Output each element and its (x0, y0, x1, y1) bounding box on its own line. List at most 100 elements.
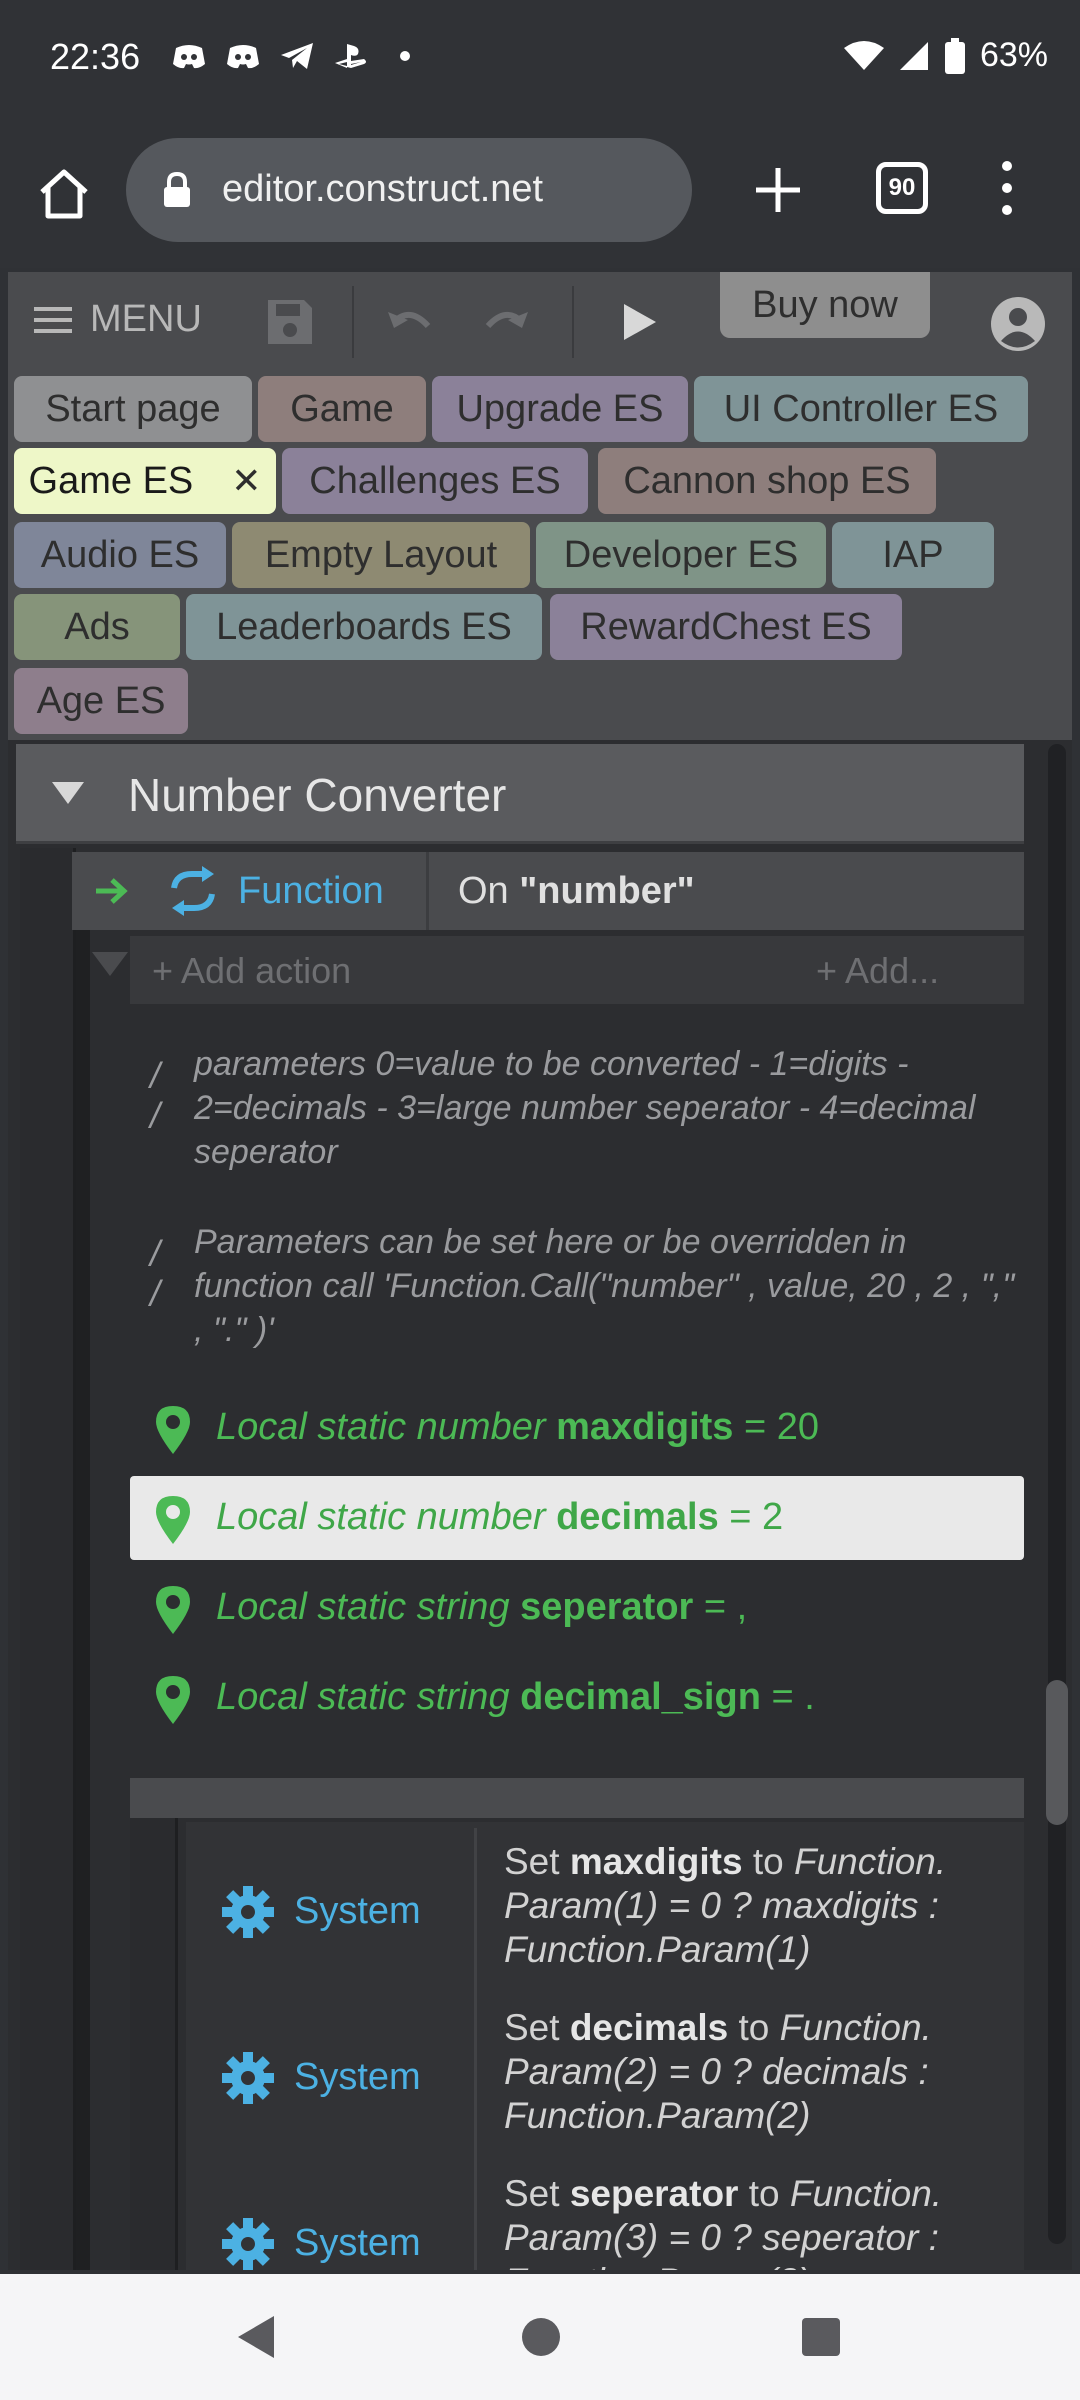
tab-label: Challenges ES (309, 459, 561, 502)
variable-name: decimals (556, 1496, 719, 1538)
save-icon[interactable] (262, 294, 318, 350)
event-margin (20, 848, 76, 2270)
add-action-row[interactable]: + Add action + Add... (130, 936, 1024, 1004)
redo-icon[interactable] (478, 294, 534, 350)
toolbar-divider (572, 286, 574, 358)
tab-ads[interactable]: Ads (14, 594, 180, 660)
editor-toolbar: MENU Buy now (8, 272, 1072, 370)
variable-name: maxdigits (556, 1406, 734, 1448)
tab-game[interactable]: Game (258, 376, 426, 442)
close-tab-icon[interactable]: ✕ (231, 460, 261, 502)
menu-button[interactable]: MENU (34, 298, 202, 341)
screen: 22:36 63% editor.construct.net 90 MENU B… (0, 0, 1080, 2400)
scrollbar-track[interactable] (1048, 744, 1066, 2244)
action-object-label: System (294, 1890, 421, 1932)
action-object-label: System (294, 2056, 421, 2098)
tab-game-es[interactable]: Game ES ✕ (14, 448, 276, 514)
tab-rewardchest-es[interactable]: RewardChest ES (550, 594, 902, 660)
action-text[interactable]: Set maxdigits to Function. Param(1) = 0 … (504, 1840, 1014, 1972)
comment-text: parameters 0=value to be converted - 1=d… (194, 1045, 976, 1171)
url-text: editor.construct.net (222, 168, 544, 210)
status-time: 22:36 (50, 36, 141, 77)
scrollbar-thumb[interactable] (1046, 1680, 1068, 1825)
local-variable-row[interactable]: Local static string seperator = , (130, 1566, 1024, 1650)
user-avatar-icon[interactable] (990, 296, 1046, 352)
address-bar[interactable]: editor.construct.net (126, 138, 692, 242)
tab-label: Game ES (28, 459, 194, 502)
tab-label: Game (290, 387, 394, 430)
hamburger-icon (34, 305, 72, 335)
notification-icons (172, 42, 422, 70)
system-action-row[interactable]: System Set decimals to Function. Param(2… (186, 1994, 1024, 2160)
local-variable-row[interactable]: Local static string decimal_sign = . (130, 1656, 1024, 1740)
local-variable-row-selected[interactable]: Local static number decimals = 2 (130, 1476, 1024, 1560)
play-icon[interactable] (610, 294, 666, 350)
recent-apps-icon[interactable] (802, 2318, 840, 2356)
condition-text[interactable]: On "number" (458, 870, 695, 913)
action-object-label: System (294, 2222, 421, 2264)
tab-cannon-shop-es[interactable]: Cannon shop ES (598, 448, 936, 514)
function-loop-icon (171, 866, 215, 916)
expand-triangle-icon[interactable] (92, 952, 128, 976)
variable-value: = 2 (718, 1496, 784, 1538)
comment-row[interactable]: / / Parameters can be set here or be ove… (138, 1220, 1018, 1356)
variable-type: Local static number (216, 1406, 557, 1448)
tab-iap[interactable]: IAP (832, 522, 994, 588)
action-text[interactable]: Set decimals to Function. Param(2) = 0 ?… (504, 2006, 1014, 2138)
tab-start-page[interactable]: Start page (14, 376, 252, 442)
home-icon[interactable] (36, 166, 92, 222)
condition-prefix: On (458, 870, 520, 912)
more-options-icon[interactable] (990, 158, 1024, 218)
group-title: Number Converter (128, 769, 507, 821)
add-action-link[interactable]: + Add action (152, 950, 351, 992)
telegram-icon (280, 42, 314, 70)
status-bar: 22:36 63% (0, 0, 1080, 118)
gear-icon (222, 1886, 274, 1938)
tab-challenges-es[interactable]: Challenges ES (282, 448, 588, 514)
wifi-icon (843, 40, 884, 70)
collapse-triangle-icon[interactable] (52, 782, 84, 804)
system-action-row[interactable]: System Set seperator to Function. Param(… (186, 2160, 1024, 2270)
action-text[interactable]: Set seperator to Function. Param(3) = 0 … (504, 2172, 1014, 2270)
comment-row[interactable]: / / parameters 0=value to be converted -… (138, 1042, 1018, 1178)
battery-percent: 63% (979, 36, 1048, 74)
tab-audio-es[interactable]: Audio ES (14, 522, 226, 588)
comment-icon: / (150, 1233, 161, 1274)
add-more-link[interactable]: + Add... (816, 950, 939, 992)
tab-empty-layout[interactable]: Empty Layout (232, 522, 530, 588)
variable-value: = , (693, 1586, 748, 1628)
variable-name: seperator (520, 1586, 694, 1628)
function-event[interactable]: Function On "number" (72, 852, 1024, 930)
tab-leaderboards-es[interactable]: Leaderboards ES (186, 594, 542, 660)
tab-developer-es[interactable]: Developer ES (536, 522, 826, 588)
action-variable: maxdigits (569, 1841, 743, 1882)
playstation-icon (334, 42, 368, 70)
tab-switcher-button[interactable]: 90 (876, 162, 928, 214)
gear-icon (222, 2052, 274, 2104)
local-variable-row[interactable]: Local static number maxdigits = 20 (130, 1386, 1024, 1470)
system-action-row[interactable]: System Set maxdigits to Function. Param(… (186, 1828, 1024, 1994)
new-tab-icon[interactable] (750, 162, 806, 218)
action-to: to (742, 1841, 794, 1882)
tab-age-es[interactable]: Age ES (14, 668, 188, 734)
tab-label: Developer ES (563, 533, 799, 576)
buy-now-button[interactable]: Buy now (720, 272, 930, 338)
group-header[interactable]: Number Converter (16, 744, 1024, 844)
action-to: to (738, 2173, 790, 2214)
subevent-header[interactable] (130, 1778, 1024, 1818)
construct-editor: MENU Buy now Start page Game Upgrade ES … (8, 272, 1072, 2270)
tab-label: Empty Layout (264, 533, 498, 576)
tab-ui-controller-es[interactable]: UI Controller ES (694, 376, 1028, 442)
undo-icon[interactable] (382, 294, 438, 350)
system-nav-bar (0, 2274, 1080, 2400)
action-divider (474, 1828, 477, 1994)
gear-icon (222, 2218, 274, 2270)
event-sheet[interactable]: Number Converter Function On "number" + … (8, 740, 1072, 2270)
location-pin-icon (156, 1496, 190, 1544)
tab-label: Start page (45, 387, 221, 430)
tab-label: Age ES (36, 679, 166, 722)
tab-upgrade-es[interactable]: Upgrade ES (432, 376, 688, 442)
home-circle-icon[interactable] (522, 2318, 560, 2356)
action-to: to (728, 2007, 780, 2048)
back-icon[interactable] (236, 2314, 276, 2360)
